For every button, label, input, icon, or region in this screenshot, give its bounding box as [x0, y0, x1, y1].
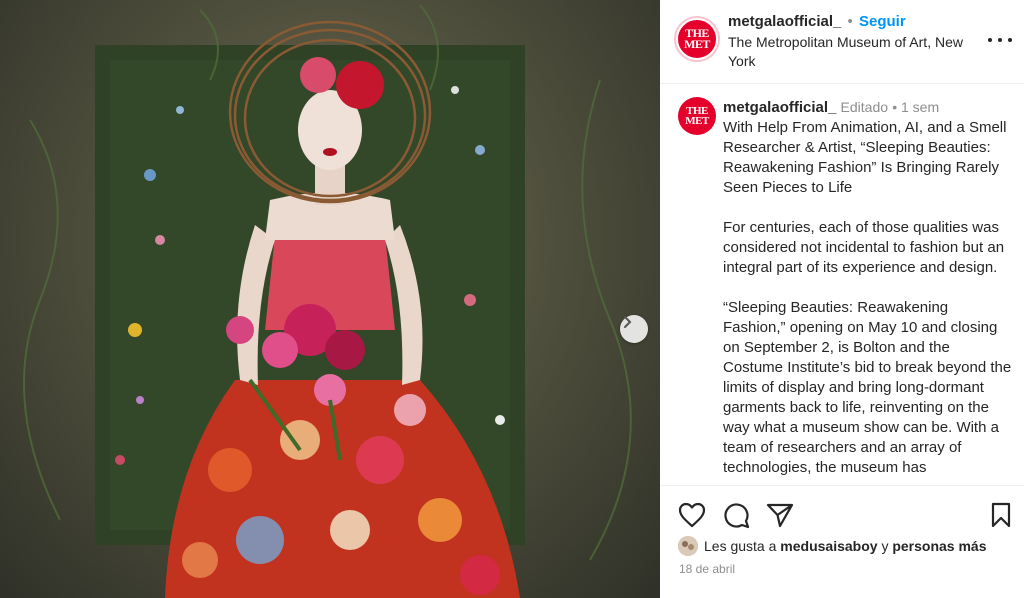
- caption-avatar-text: THE MET: [685, 105, 709, 127]
- post-image[interactable]: [0, 0, 660, 598]
- caption-paragraph: With Help From Animation, AI, and a Smel…: [723, 119, 1007, 196]
- likes-prefix: Les gusta a: [704, 538, 777, 554]
- edited-label: Editado: [840, 99, 889, 115]
- post-header: THE MET metgalaofficial_ • Seguir The Me…: [660, 0, 1024, 84]
- action-bar: Les gusta a medusaisaboy y personas más …: [660, 485, 1024, 598]
- post-sidebar: THE MET metgalaofficial_ • Seguir The Me…: [660, 0, 1024, 598]
- chevron-right-icon: [624, 316, 632, 328]
- caption-paragraph: For centuries, each of those qualities w…: [723, 219, 1005, 276]
- likes-summary: Les gusta a medusaisaboy y personas más: [678, 536, 987, 556]
- likes-others-link[interactable]: personas más: [892, 538, 986, 554]
- more-options-icon[interactable]: [988, 30, 1012, 50]
- location-link[interactable]: The Metropolitan Museum of Art, New York: [728, 33, 968, 71]
- next-image-button[interactable]: [620, 315, 648, 343]
- post-date[interactable]: 18 de abril: [679, 562, 735, 576]
- follow-button[interactable]: Seguir: [859, 13, 906, 30]
- avatar-text: THE MET: [684, 26, 710, 51]
- header-info: metgalaofficial_ • Seguir The Metropolit…: [728, 12, 968, 71]
- heart-icon[interactable]: [678, 502, 706, 528]
- caption-username[interactable]: metgalaofficial_: [723, 99, 836, 116]
- liker-username[interactable]: medusaisaboy: [780, 538, 877, 554]
- caption-text: metgalaofficial_ Editado • 1 sem With He…: [723, 97, 1013, 485]
- likes-conj: y: [881, 538, 889, 554]
- caption-avatar[interactable]: THE MET: [678, 97, 716, 135]
- username-link[interactable]: metgalaofficial_: [728, 13, 841, 30]
- bookmark-icon[interactable]: [990, 502, 1012, 528]
- share-icon[interactable]: [766, 502, 794, 528]
- avatar[interactable]: THE MET: [676, 18, 718, 60]
- post-time[interactable]: 1 sem: [901, 99, 939, 115]
- caption-section: THE MET metgalaofficial_ Editado • 1 sem…: [660, 85, 1024, 485]
- artwork-illustration: [23, 4, 632, 598]
- caption-paragraph: “Sleeping Beauties: Reawakening Fashion,…: [723, 299, 1012, 476]
- separator-dot: •: [847, 13, 853, 30]
- comment-icon[interactable]: [722, 501, 750, 529]
- separator-dot: •: [892, 99, 901, 115]
- liker-avatar[interactable]: [678, 536, 698, 556]
